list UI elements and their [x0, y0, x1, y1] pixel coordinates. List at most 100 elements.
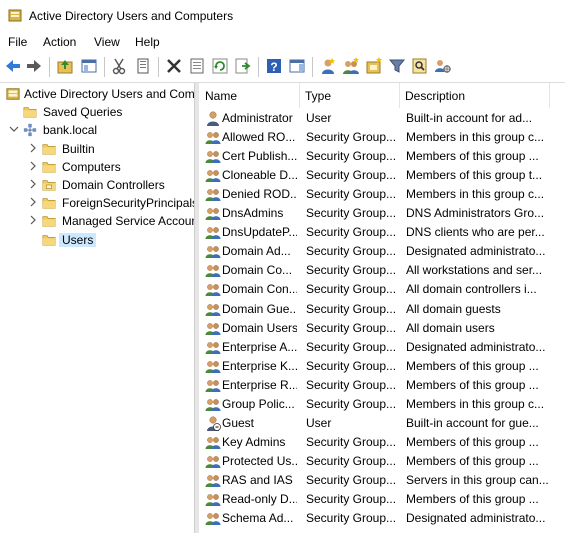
security-group-icon — [205, 398, 221, 411]
folder-icon — [42, 143, 56, 155]
folder-icon — [42, 198, 56, 209]
security-group-icon — [205, 265, 221, 278]
cell-description: Members of this group ... — [406, 377, 539, 392]
up-folder-icon[interactable] — [56, 57, 74, 75]
cell-name: Protected Us... — [222, 453, 297, 468]
find-icon[interactable] — [411, 57, 429, 75]
details-list: Name Type Description Administrator User B… — [199, 83, 565, 533]
cell-type: Security Group... — [306, 377, 397, 392]
table-row[interactable]: Guest User Built-in account for gue... — [199, 414, 565, 433]
help-icon[interactable]: ? — [265, 57, 283, 75]
chevron-right-icon[interactable] — [27, 196, 39, 208]
organizational-unit-icon — [42, 180, 56, 191]
chevron-down-icon[interactable] — [8, 123, 20, 135]
table-row[interactable]: Key Admins Security Group... Members of th… — [199, 433, 565, 452]
chevron-right-icon[interactable] — [27, 160, 39, 172]
cell-name: Enterprise A... — [222, 339, 297, 354]
cell-name: Administrator — [222, 111, 293, 125]
cell-description: Members in this group c... — [406, 396, 545, 411]
cell-description: All workstations and ser... — [406, 263, 543, 278]
cell-type: Security Group... — [306, 511, 397, 526]
security-group-icon — [205, 246, 221, 259]
cell-description: Designated administrato... — [406, 511, 546, 526]
aduc-app-icon — [8, 9, 22, 22]
table-row[interactable]: Denied ROD... Security Group... Members in… — [199, 185, 565, 204]
cell-description: Members in this group c... — [406, 130, 545, 145]
menu-file[interactable]: File — [8, 35, 27, 49]
table-row[interactable]: Domain Ad... Security Group... Designated … — [199, 242, 565, 261]
table-row[interactable]: DnsAdmins Security Group... DNS Administra… — [199, 204, 565, 223]
chevron-right-icon[interactable] — [27, 178, 39, 190]
table-row[interactable]: Domain Gue... Security Group... All domain… — [199, 300, 565, 319]
back-arrow-icon[interactable] — [4, 57, 22, 75]
cell-name: Cert Publish... — [222, 149, 297, 164]
cell-description: Members in this group c... — [406, 187, 545, 202]
table-row[interactable]: Domain Con... Security Group... All domain… — [199, 280, 565, 299]
column-header-description[interactable]: Description — [399, 83, 550, 108]
cell-type: Security Group... — [306, 396, 397, 411]
menu-help[interactable]: Help — [135, 35, 160, 49]
table-row[interactable]: Domain Co... Security Group... All worksta… — [199, 261, 565, 280]
table-row[interactable]: Enterprise K... Security Group... Members … — [199, 357, 565, 376]
delete-icon[interactable] — [165, 57, 183, 75]
cell-type: Security Group... — [306, 149, 397, 164]
table-row[interactable]: Group Polic... Security Group... Members i… — [199, 395, 565, 414]
security-group-icon — [205, 132, 221, 145]
aduc-root-icon — [6, 88, 20, 100]
menu-action[interactable]: Action — [43, 35, 76, 49]
chevron-right-icon[interactable] — [27, 214, 39, 226]
menu-view[interactable]: View — [94, 35, 120, 49]
tree-item-label: bank.local — [43, 123, 98, 138]
cell-description: Members of this group t... — [406, 168, 543, 183]
table-row[interactable]: Enterprise A... Security Group... Designat… — [199, 338, 565, 357]
action-pane-icon[interactable] — [288, 57, 306, 75]
table-row[interactable]: Cert Publish... Security Group... Members … — [199, 147, 565, 166]
cell-description: All domain users — [406, 320, 495, 335]
cell-name: DnsAdmins — [222, 206, 284, 221]
new-group-icon[interactable] — [342, 57, 360, 75]
cut-icon[interactable] — [111, 57, 129, 75]
cell-name: Read-only D... — [222, 492, 297, 506]
cell-name: Domain Ad... — [222, 244, 291, 259]
table-row[interactable]: Read-only D... Security Group... Members o… — [199, 490, 565, 509]
tree-item-label: Builtin — [62, 141, 95, 156]
new-ou-icon[interactable] — [365, 57, 383, 75]
table-row[interactable]: Cloneable D... Security Group... Members o… — [199, 166, 565, 185]
delegate-control-icon[interactable] — [434, 57, 452, 75]
security-group-icon — [205, 513, 221, 526]
properties-icon[interactable] — [188, 57, 206, 75]
table-row[interactable]: Enterprise R... Security Group... Members … — [199, 376, 565, 395]
cell-type: Security Group... — [306, 225, 397, 240]
title-bar: Active Directory Users and Computers — [0, 0, 565, 32]
cell-description: Built-in account for gue... — [406, 415, 539, 430]
chevron-right-icon[interactable] — [27, 142, 39, 154]
export-list-icon[interactable] — [234, 57, 252, 75]
cell-name: Allowed RO... — [222, 130, 296, 145]
cell-name: Key Admins — [222, 434, 286, 449]
cell-description: Members of this group ... — [406, 492, 539, 506]
table-row[interactable]: Administrator User Built-in account for ad… — [199, 109, 565, 128]
new-user-icon[interactable] — [319, 57, 337, 75]
filter-icon[interactable] — [388, 57, 406, 75]
forward-arrow-icon[interactable] — [25, 57, 43, 75]
cell-name: Enterprise K... — [222, 358, 297, 373]
table-row[interactable]: Protected Us... Security Group... Members … — [199, 452, 565, 471]
table-row[interactable]: Schema Ad... Security Group... Designated … — [199, 509, 565, 528]
cell-type: Security Group... — [306, 187, 397, 202]
cell-name: Domain Gue... — [222, 301, 297, 316]
tree-item-label: Domain Controllers — [62, 178, 165, 192]
folder-icon — [23, 107, 37, 118]
copy-icon[interactable] — [134, 57, 152, 75]
security-group-icon — [205, 303, 221, 316]
table-row[interactable]: Allowed RO... Security Group... Members in… — [199, 128, 565, 147]
tree-root[interactable]: Active Directory Users and Com — [0, 85, 194, 103]
cell-description: Designated administrato... — [406, 339, 546, 354]
show-console-tree-icon[interactable] — [80, 57, 98, 75]
refresh-icon[interactable] — [211, 57, 229, 75]
table-row[interactable]: Domain Users Security Group... All domain … — [199, 319, 565, 338]
column-header-type[interactable]: Type — [299, 83, 400, 108]
table-row[interactable]: DnsUpdateP... Security Group... DNS client… — [199, 223, 565, 242]
column-header-name[interactable]: Name — [199, 83, 300, 108]
cell-name: Guest — [222, 415, 255, 430]
table-row[interactable]: RAS and IAS ... Security Group... Servers … — [199, 471, 565, 490]
